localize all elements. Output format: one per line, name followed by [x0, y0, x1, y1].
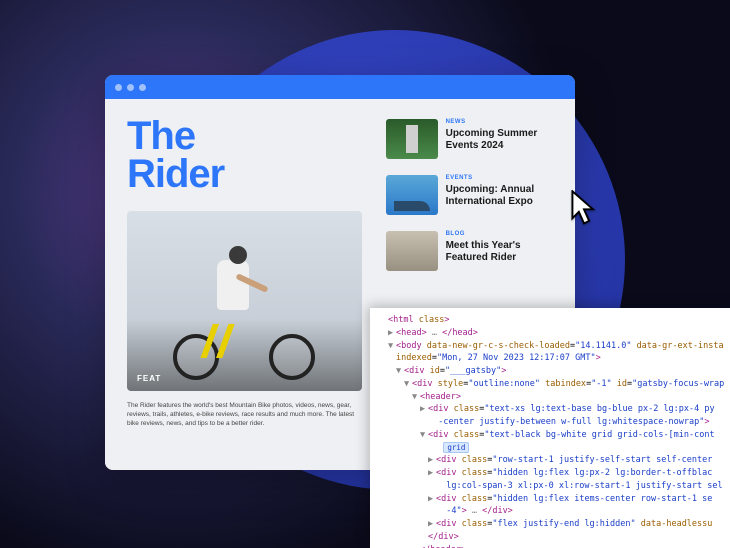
expand-caret-icon	[420, 531, 428, 544]
expand-caret-icon[interactable]: ▶	[428, 454, 436, 467]
devtools-line[interactable]: -4"> … </div>	[380, 505, 722, 518]
expand-caret-icon	[420, 416, 428, 429]
mouse-cursor-icon	[570, 190, 598, 226]
expand-caret-icon	[428, 505, 436, 518]
expand-caret-icon	[380, 314, 388, 327]
thumbnail	[386, 119, 438, 159]
devtools-line[interactable]: ▶<div class="hidden lg:flex items-center…	[380, 493, 722, 506]
expand-caret-icon[interactable]: ▶	[428, 518, 436, 531]
window-control-minimize[interactable]	[127, 84, 134, 91]
window-control-close[interactable]	[115, 84, 122, 91]
window-control-maximize[interactable]	[139, 84, 146, 91]
devtools-line[interactable]: ▼<div style="outline:none" tabindex="-1"…	[380, 378, 722, 391]
expand-caret-icon[interactable]: ▼	[396, 365, 404, 378]
devtools-line[interactable]: ▼<body data-new-gr-c-s-check-loaded="14.…	[380, 340, 722, 353]
devtools-line[interactable]: <html class>	[380, 314, 722, 327]
window-titlebar	[105, 75, 575, 99]
expand-caret-icon[interactable]: ▶	[428, 493, 436, 506]
article-title: Meet this Year's Featured Rider	[446, 240, 561, 263]
devtools-line[interactable]: ▶<div class="text-xs lg:text-base bg-blu…	[380, 403, 722, 416]
cyclist-illustration	[179, 250, 309, 380]
expand-caret-icon[interactable]: ▼	[412, 391, 420, 404]
devtools-line[interactable]: ▼<header>	[380, 391, 722, 404]
expand-caret-icon[interactable]: ▶	[388, 327, 396, 340]
expand-caret-icon[interactable]: ▶	[428, 467, 436, 480]
sidebar-item-news[interactable]: NEWS Upcoming Summer Events 2024	[386, 119, 561, 159]
devtools-line[interactable]: ▶<div class="row-start-1 justify-self-st…	[380, 454, 722, 467]
hero-image[interactable]: FEAT	[127, 211, 362, 391]
thumbnail	[386, 175, 438, 215]
devtools-line[interactable]: ▶<div class="flex justify-end lg:hidden"…	[380, 518, 722, 531]
expand-caret-icon[interactable]: ▼	[420, 429, 428, 442]
hero-caption: The Rider features the world's best Moun…	[127, 401, 357, 428]
expand-caret-icon	[388, 352, 396, 365]
devtools-line[interactable]: ▼<div id="___gatsby">	[380, 365, 722, 378]
logo-line-2: Rider	[127, 152, 224, 196]
sidebar-item-blog[interactable]: BLOG Meet this Year's Featured Rider	[386, 231, 561, 271]
article-title: Upcoming Summer Events 2024	[446, 128, 561, 151]
devtools-line[interactable]: -center justify-between w-full lg:whites…	[380, 416, 722, 429]
category-label: NEWS	[446, 119, 561, 125]
expand-caret-icon	[428, 480, 436, 493]
article-title: Upcoming: Annual International Expo	[446, 184, 561, 207]
site-logo[interactable]: The Rider	[127, 117, 362, 193]
main-column: The Rider FEAT The Rider features the wo…	[105, 99, 378, 470]
thumbnail	[386, 231, 438, 271]
hero-overlay-label: FEAT	[137, 374, 161, 383]
expand-caret-icon[interactable]: ▼	[404, 378, 412, 391]
devtools-line[interactable]: lg:col-span-3 xl:px-0 xl:row-start-1 jus…	[380, 480, 722, 493]
devtools-line[interactable]: </div>	[380, 531, 722, 544]
devtools-line[interactable]: ▼<div class="text-black bg-white grid gr…	[380, 429, 722, 442]
devtools-panel[interactable]: <html class>▶<head> … </head>▼<body data…	[370, 308, 730, 548]
devtools-line[interactable]: ▶<head> … </head>	[380, 327, 722, 340]
expand-caret-icon	[412, 544, 420, 548]
category-label: BLOG	[446, 231, 561, 237]
devtools-line[interactable]: indexed="Mon, 27 Nov 2023 12:17:07 GMT">	[380, 352, 722, 365]
devtools-line[interactable]: grid	[380, 442, 722, 455]
expand-caret-icon	[420, 442, 428, 455]
expand-caret-icon[interactable]: ▼	[388, 340, 396, 353]
devtools-line[interactable]: ▶<div class="hidden lg:flex lg:px-2 lg:b…	[380, 467, 722, 480]
devtools-line[interactable]: </header>	[380, 544, 722, 548]
category-label: EVENTS	[446, 175, 561, 181]
sidebar-item-events[interactable]: EVENTS Upcoming: Annual International Ex…	[386, 175, 561, 215]
expand-caret-icon[interactable]: ▶	[420, 403, 428, 416]
